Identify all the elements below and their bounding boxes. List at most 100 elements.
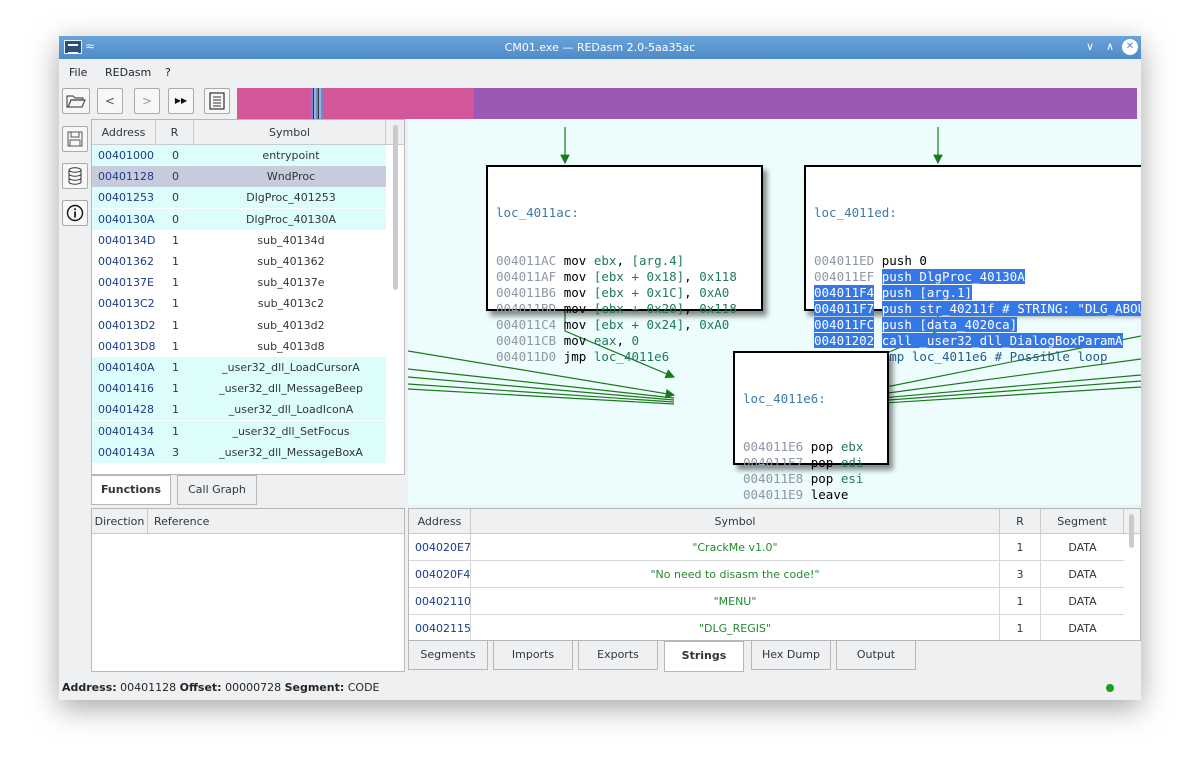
function-address: 00401000	[98, 149, 154, 162]
instruction-line[interactable]: 004011E6 pop ebx	[743, 439, 887, 455]
references-panel: Direction Reference	[91, 508, 405, 672]
instruction-operand: 0x118	[699, 301, 737, 316]
column-header-reference[interactable]: Reference	[148, 509, 404, 534]
open-button[interactable]	[62, 88, 90, 114]
menu-redasm[interactable]: REDasm	[105, 66, 151, 79]
database-button[interactable]	[62, 163, 88, 189]
tab-exports[interactable]: Exports	[578, 640, 658, 670]
instruction-line[interactable]: 004011F7 push str_40211f # STRING: "DLG_…	[814, 301, 1141, 317]
tab-call-graph[interactable]: Call Graph	[177, 475, 257, 505]
function-row[interactable]: 004013C2 1 sub_4013c2	[92, 293, 386, 315]
function-symbol: sub_40134d	[257, 233, 325, 247]
instruction-address: 004011D0	[496, 349, 557, 364]
column-header-direction[interactable]: Direction	[92, 509, 148, 534]
function-row[interactable]: 004013D8 1 sub_4013d8	[92, 335, 386, 357]
string-row[interactable]: 00402110 "MENU" 1 DATA	[409, 588, 1124, 615]
column-header-symbol[interactable]: Symbol	[194, 120, 386, 145]
string-row[interactable]: 00402115 "DLG_REGIS" 1 DATA	[409, 615, 1124, 640]
function-address: 00401428	[98, 403, 154, 417]
instruction-line[interactable]: 004011EA ret 0x10	[743, 503, 887, 505]
instruction-line[interactable]: 004011AF mov [ebx + 0x18], 0x118	[496, 269, 761, 285]
tab-output[interactable]: Output	[836, 640, 916, 670]
maximize-button[interactable]: ∧	[1102, 39, 1118, 55]
instruction-line[interactable]: 004011EF push DlgProc_40130A	[814, 269, 1141, 285]
function-address: 00401434	[98, 424, 154, 438]
column-header-r[interactable]: R	[1000, 509, 1041, 534]
goto-button[interactable]: ▶▶	[168, 88, 194, 114]
instruction-line[interactable]: 004011FC push [data_4020ca]	[814, 317, 1141, 333]
instruction-line[interactable]: 004011E8 pop esi	[743, 471, 887, 487]
function-row[interactable]: 00401362 1 sub_401362	[92, 251, 386, 272]
basic-block-loc-4011ed[interactable]: loc_4011ed: 004011ED push 0 004011EF push…	[804, 165, 1141, 364]
function-row[interactable]: 00401434 1 _user32_dll_SetFocus	[92, 420, 386, 442]
instruction-line[interactable]: 004011BD mov [ebx + 0x20], 0x118	[496, 301, 761, 317]
string-row[interactable]: 004020F4 "No need to disasm the code!" 3 DA…	[409, 561, 1124, 588]
forward-button[interactable]: >	[134, 88, 160, 114]
instruction-line[interactable]: 004011AC mov ebx, [arg.4]	[496, 253, 761, 269]
tab-segments[interactable]: Segments	[408, 640, 488, 670]
instruction-line[interactable]: 00401202 call _user32_dll_DialogBoxParam…	[814, 333, 1141, 349]
instruction-operand: 0x118	[699, 269, 737, 284]
function-row[interactable]: 00401416 1 _user32_dll_MessageBeep	[92, 378, 386, 400]
instruction-separator: ,	[684, 301, 700, 316]
listing-button[interactable]	[204, 88, 230, 114]
close-button[interactable]: ✕	[1122, 39, 1138, 55]
instruction-text: push [data_4020ca]	[881, 317, 1018, 332]
minimize-button[interactable]: ∨	[1082, 39, 1098, 55]
column-header-address[interactable]: Address	[92, 120, 156, 145]
column-header-segment[interactable]: Segment	[1041, 509, 1124, 534]
string-address: 004020F4	[409, 561, 471, 588]
function-address: 0040130A	[98, 212, 155, 226]
instruction-address: 004011E7	[743, 455, 804, 470]
strings-scrollbar[interactable]	[1129, 514, 1134, 548]
menu-file[interactable]: File	[69, 66, 87, 79]
menu-help[interactable]: ?	[165, 66, 171, 79]
instruction-line[interactable]: 004011E7 pop edi	[743, 455, 887, 471]
instruction-line[interactable]: 004011CB mov eax, 0	[496, 333, 761, 349]
tab-imports[interactable]: Imports	[493, 640, 573, 670]
column-header-symbol[interactable]: Symbol	[471, 509, 1000, 534]
basic-block-loc-4011ac[interactable]: loc_4011ac: 004011AC mov ebx, [arg.4] 004…	[486, 165, 763, 364]
tab-strings[interactable]: Strings	[664, 641, 744, 672]
string-ref-count: 3	[1000, 561, 1041, 588]
function-row[interactable]: 0040140A 1 _user32_dll_LoadCursorA	[92, 357, 386, 378]
function-symbol: sub_401362	[257, 255, 325, 268]
column-header-address[interactable]: Address	[409, 509, 471, 534]
save-button[interactable]	[62, 126, 88, 152]
function-row[interactable]: 00401000 0 entrypoint	[92, 145, 386, 166]
tab-functions[interactable]: Functions	[91, 475, 171, 505]
instruction-mnemonic: mov	[563, 269, 587, 284]
function-row[interactable]: 0040143A 3 _user32_dll_MessageBoxA	[92, 441, 386, 463]
function-address: 00401416	[98, 382, 154, 396]
instruction-line[interactable]: 004011B6 mov [ebx + 0x1C], 0xA0	[496, 285, 761, 301]
back-button[interactable]: <	[97, 88, 123, 114]
function-row[interactable]: 0040130A 0 DlgProc_40130A	[92, 208, 386, 230]
function-row[interactable]: 00401253 0 DlgProc_401253	[92, 187, 386, 209]
function-row[interactable]: 0040137E 1 sub_40137e	[92, 272, 386, 294]
instruction-address: 00401202	[814, 333, 875, 348]
tab-hex-dump[interactable]: Hex Dump	[751, 640, 831, 670]
block-label: loc_4011ac:	[496, 205, 579, 220]
function-row[interactable]: 00401128 0 WndProc	[92, 166, 386, 188]
instruction-line[interactable]: 004011E9 leave	[743, 487, 887, 503]
instruction-operand: eax	[593, 333, 617, 348]
function-row[interactable]: 00401428 1 _user32_dll_LoadIconA	[92, 399, 386, 421]
info-button[interactable]	[62, 200, 88, 226]
instruction-line[interactable]: 004011F4 push [arg.1]	[814, 285, 1141, 301]
function-row[interactable]: 004013D2 1 sub_4013d2	[92, 314, 386, 336]
status-bar: Address: 00401128 Offset: 00000728 Segme…	[59, 678, 1141, 698]
status-offset: 00000728	[225, 681, 282, 694]
string-row[interactable]: 004020E7 "CrackMe v1.0" 1 DATA	[409, 534, 1124, 561]
disassembly-navigation-bar[interactable]	[237, 88, 1137, 119]
column-header-r[interactable]: R	[156, 120, 194, 145]
instruction-line[interactable]: 004011C4 mov [ebx + 0x24], 0xA0	[496, 317, 761, 333]
instruction-line[interactable]: 004011D0 jmp loc_4011e6	[496, 349, 761, 365]
function-symbol: sub_40137e	[257, 276, 325, 290]
instruction-text: push DlgProc_40130A	[881, 269, 1025, 284]
instruction-line[interactable]: 004011ED push 0	[814, 253, 1141, 269]
functions-scrollbar[interactable]	[393, 125, 398, 290]
instruction-mnemonic: mov	[563, 301, 587, 316]
graph-view[interactable]: loc_4011ac: 004011AC mov ebx, [arg.4] 004…	[408, 119, 1141, 505]
function-row[interactable]: 0040134D 1 sub_40134d	[92, 229, 386, 251]
basic-block-loc-4011e6[interactable]: loc_4011e6: 004011E6 pop ebx 004011E7 pop…	[733, 351, 889, 505]
